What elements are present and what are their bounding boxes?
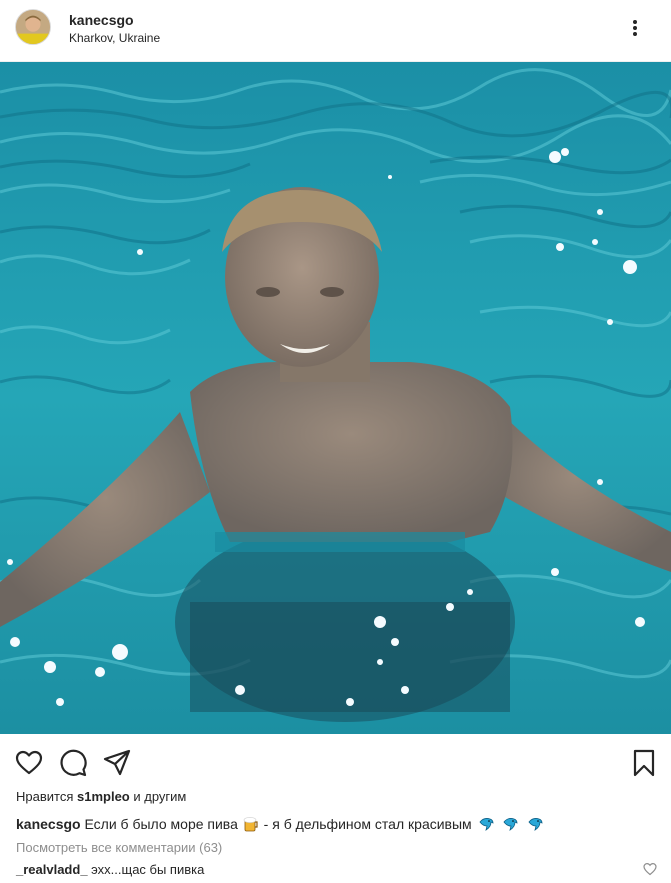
- comment-text: эхх...щас бы пивка: [91, 862, 205, 877]
- post-username[interactable]: kanecsgo: [69, 12, 134, 28]
- dolphin-emoji-icon: [502, 816, 519, 832]
- pool-photo-image: [0, 62, 671, 734]
- post-location[interactable]: Kharkov, Ukraine: [69, 31, 160, 45]
- comment-username[interactable]: _realvladd_: [16, 862, 88, 877]
- caption-text: Если б было море пива: [84, 816, 238, 832]
- post-caption: kanecsgo Если б было море пива - я б дел…: [16, 816, 546, 832]
- comment-icon[interactable]: [59, 749, 87, 777]
- likes-prefix: Нравится: [16, 789, 74, 804]
- more-options-icon[interactable]: [625, 18, 645, 38]
- caption-text-continued: - я б дельфином стал красивым: [263, 816, 472, 832]
- avatar[interactable]: [15, 9, 51, 45]
- dolphin-emoji-icon: [527, 816, 544, 832]
- likes-user-link[interactable]: s1mpleo: [77, 789, 130, 804]
- view-all-comments-link[interactable]: Посмотреть все комментарии (63): [16, 840, 222, 855]
- share-icon[interactable]: [103, 749, 131, 777]
- post-header: kanecsgo Kharkov, Ukraine: [0, 0, 671, 62]
- dolphin-emoji-icon: [478, 816, 495, 832]
- comment-item: _realvladd_ эхх...щас бы пивка: [16, 862, 204, 877]
- post-actions: [0, 734, 671, 790]
- likes-summary: Нравится s1mpleo и другим: [16, 789, 186, 804]
- bookmark-icon[interactable]: [630, 749, 658, 777]
- comment-like-heart-icon[interactable]: [643, 862, 657, 876]
- post-photo[interactable]: [0, 62, 671, 734]
- beer-emoji-icon: [243, 816, 259, 832]
- heart-icon[interactable]: [15, 749, 43, 777]
- caption-username[interactable]: kanecsgo: [16, 816, 81, 832]
- likes-suffix[interactable]: и другим: [133, 789, 186, 804]
